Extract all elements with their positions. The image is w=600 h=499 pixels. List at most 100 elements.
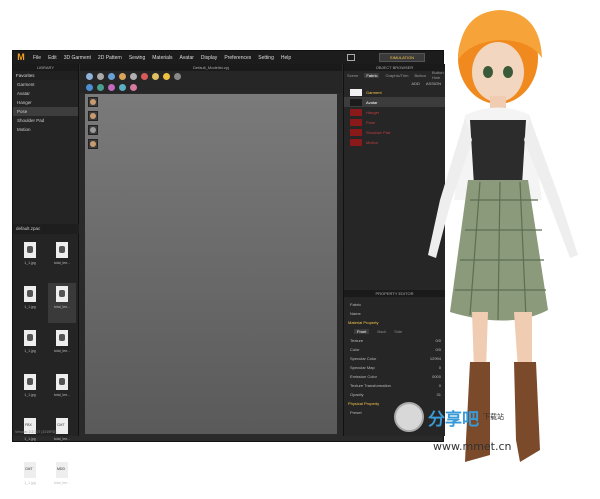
file-item[interactable]: total_lee...	[48, 283, 76, 323]
select-tool-icon[interactable]	[86, 73, 93, 80]
left-eye	[483, 66, 493, 78]
favorite-item-hanger[interactable]: Hanger	[13, 98, 78, 107]
strain-tool-icon[interactable]	[130, 84, 137, 91]
tab-scene[interactable]: Scene	[347, 73, 358, 78]
favorite-item-garment[interactable]: Garment	[13, 80, 78, 89]
pin-tool-icon[interactable]	[130, 73, 137, 80]
file-name: total_lee...	[53, 349, 71, 353]
file-name: 1_1.jpg	[24, 393, 36, 397]
file-icon: MDD	[56, 462, 68, 478]
folder-path[interactable]: default.zpac	[13, 224, 79, 234]
file-icon	[24, 330, 36, 346]
file-name: 1_1.jpg	[24, 261, 36, 265]
file-icon: CMT	[56, 418, 68, 434]
favorites-list: Garment Avatar Hanger Pose Shoulder Pad Motio…	[13, 80, 78, 134]
fabric-swatch	[350, 118, 362, 126]
file-type-label: MDD	[57, 467, 65, 471]
version-label: Version: 2.2.107 (1019RD)	[15, 430, 57, 434]
menu-item-file[interactable]: File	[33, 55, 41, 61]
property-label: Texture Transformation	[350, 383, 391, 388]
move-tool-icon[interactable]	[97, 73, 104, 80]
texture-tool-icon[interactable]	[108, 84, 115, 91]
watermark-brand: 分享吧	[428, 409, 479, 430]
skin-view-icon[interactable]	[88, 139, 98, 149]
rotate-tool-icon[interactable]	[108, 73, 115, 80]
fabric-tool-icon[interactable]	[97, 84, 104, 91]
light-tool-icon[interactable]	[163, 73, 170, 80]
material-tab-front[interactable]: Front	[354, 329, 370, 334]
property-label: Specular Map	[350, 365, 375, 370]
property-label: Emission Color	[350, 374, 377, 379]
garment-view-icon[interactable]	[88, 111, 98, 121]
menu-item-sewing[interactable]: Sewing	[129, 55, 145, 61]
file-item[interactable]: 1_1.jpg	[16, 283, 44, 323]
tack-tool-icon[interactable]	[141, 73, 148, 80]
fold-tool-icon[interactable]	[119, 73, 126, 80]
favorites-header[interactable]: Favorites	[13, 71, 78, 80]
file-item[interactable]: MDD total_lee...	[48, 459, 76, 499]
material-tab-side[interactable]: Side	[394, 329, 402, 334]
file-item[interactable]: total_lee...	[48, 327, 76, 367]
viewport-tools	[88, 97, 98, 149]
measure-tool-icon[interactable]	[152, 73, 159, 80]
favorite-item-motion[interactable]: Motion	[13, 125, 78, 134]
file-item[interactable]: 1_1.jpg	[16, 371, 44, 411]
preset-label: Preset	[350, 410, 362, 415]
library-title: LIBRARY	[13, 64, 78, 71]
file-name: total_lee...	[53, 481, 71, 485]
file-item[interactable]: total_lee...	[48, 371, 76, 411]
menu-item-2d-pattern[interactable]: 2D Pattern	[98, 55, 122, 61]
menu-item-avatar[interactable]: Avatar	[180, 55, 194, 61]
file-icon	[56, 242, 68, 258]
menu-item-display[interactable]: Display	[201, 55, 217, 61]
main-menu: File Edit 3D Garment 2D Pattern Sewing Materi…	[33, 55, 291, 61]
file-item[interactable]: CMT total_lee...	[48, 415, 76, 455]
file-type-label: CMT	[25, 467, 33, 471]
file-name: total_lee...	[53, 261, 71, 265]
viewport-title: Default_Modelist.zpj	[80, 64, 342, 71]
file-icon: CMT	[24, 462, 36, 478]
menu-item-preferences[interactable]: Preferences	[224, 55, 251, 61]
menu-item-help[interactable]: Help	[281, 55, 291, 61]
cart-icon[interactable]	[347, 54, 355, 61]
file-thumbnail	[59, 246, 65, 253]
file-item[interactable]: 1_1.jpg	[16, 239, 44, 279]
file-item[interactable]: total_lee...	[48, 239, 76, 279]
file-item[interactable]: 1_1.jpg	[16, 327, 44, 367]
fabric-swatch	[350, 138, 362, 146]
file-grid: 1_1.jpg total_lee... 1_1.jpg total_lee... 1_…	[16, 239, 76, 499]
right-eye	[503, 66, 513, 78]
file-item[interactable]: FBX 1_1.jpg	[16, 415, 44, 455]
menu-item-setting[interactable]: Setting	[258, 55, 274, 61]
menu-item-3d-garment[interactable]: 3D Garment	[64, 55, 91, 61]
garment-tool-icon[interactable]	[86, 84, 93, 91]
menu-item-edit[interactable]: Edit	[48, 55, 57, 61]
avatar-view-icon[interactable]	[88, 97, 98, 107]
file-item[interactable]: CMT 1_1.jpg	[16, 459, 44, 499]
vest	[470, 120, 526, 185]
name-label: Name	[350, 311, 361, 316]
toolbar-3d-secondary	[80, 82, 342, 93]
favorite-item-avatar[interactable]: Avatar	[13, 89, 78, 98]
face	[472, 42, 524, 102]
file-thumbnail	[27, 290, 33, 297]
fabric-label: Fabric	[350, 302, 362, 307]
avatar-tool-icon[interactable]	[174, 73, 181, 80]
3d-viewport[interactable]	[85, 94, 337, 434]
file-thumbnail	[59, 334, 65, 341]
tab-graphic-trim[interactable]: Graphic/Trim	[385, 73, 408, 78]
favorite-item-shoulder-pad[interactable]: Shoulder Pad	[13, 116, 78, 125]
arrangement-view-icon[interactable]	[88, 125, 98, 135]
file-icon	[24, 242, 36, 258]
file-icon	[24, 374, 36, 390]
favorite-item-pose[interactable]: Pose	[13, 107, 78, 116]
fabric-swatch	[350, 98, 362, 106]
layer-tool-icon[interactable]	[119, 84, 126, 91]
menu-item-materials[interactable]: Materials	[152, 55, 172, 61]
right-leg	[514, 312, 532, 370]
material-tab-back[interactable]: Back	[377, 329, 386, 334]
file-name: total_lee...	[53, 437, 71, 441]
file-thumbnail	[27, 334, 33, 341]
toolbar-3d	[80, 71, 342, 82]
tab-fabric[interactable]: Fabric	[364, 72, 380, 78]
